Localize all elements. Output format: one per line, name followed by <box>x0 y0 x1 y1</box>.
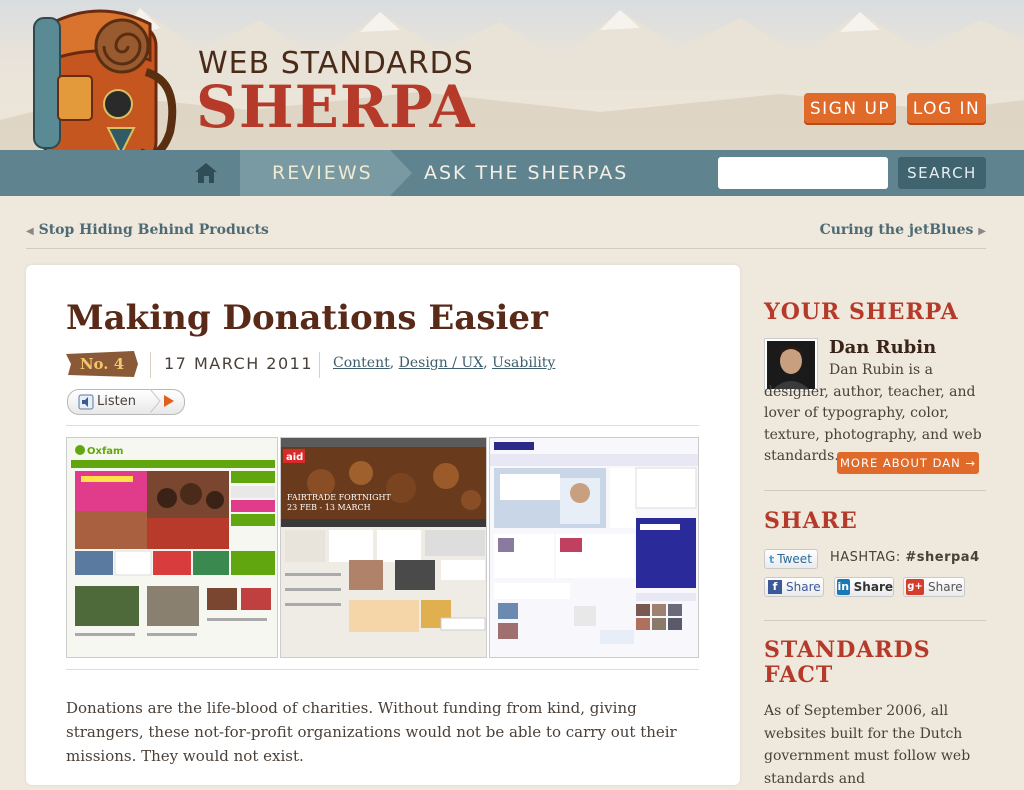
category-link-content[interactable]: Content <box>333 355 390 371</box>
svg-text:FAIRTRADE FORTNIGHT: FAIRTRADE FORTNIGHT <box>287 493 391 502</box>
home-icon[interactable] <box>194 162 218 184</box>
site-header: WEB STANDARDS SHERPA SIGN UP LOG IN <box>0 0 1024 150</box>
article-categories: Content, Design / UX, Usability <box>333 355 556 371</box>
tweet-button[interactable]: t Tweet <box>764 549 818 569</box>
category-link-usability[interactable]: Usability <box>492 355 555 371</box>
nav-ask-the-sherpas[interactable]: ASK THE SHERPAS <box>424 162 628 184</box>
prev-article-link[interactable]: ◀ Stop Hiding Behind Products <box>26 222 269 238</box>
svg-text:Oxfam: Oxfam <box>87 446 123 457</box>
sign-up-button[interactable]: SIGN UP <box>804 93 896 125</box>
svg-text:23 FEB - 13 MARCH: 23 FEB - 13 MARCH <box>287 503 371 512</box>
your-sherpa-heading: YOUR SHERPA <box>764 299 959 325</box>
screenshot-christian-aid: aid FAIRTRADE FORTNIGHT 23 FEB - 13 MARC… <box>280 437 487 658</box>
hashtag-label: HASHTAG: <box>830 550 901 565</box>
more-about-author-button[interactable]: MORE ABOUT DAN → <box>837 452 979 474</box>
backpack-logo-icon <box>33 9 177 150</box>
hashtag-line: HASHTAG: #sherpa4 <box>830 550 980 565</box>
facebook-share-label: Share <box>786 580 821 594</box>
linkedin-share-button[interactable]: in Share <box>834 577 894 597</box>
logo-title: SHERPA <box>196 73 476 141</box>
divider <box>764 620 986 621</box>
facebook-icon: f <box>768 580 782 594</box>
next-article-link[interactable]: Curing the jetBlues ▶ <box>820 222 986 238</box>
screenshot-cancer-research <box>489 437 699 658</box>
author-name[interactable]: Dan Rubin <box>829 337 936 358</box>
svg-text:aid: aid <box>286 452 303 463</box>
meta-divider <box>150 352 151 378</box>
hashtag-value: #sherpa4 <box>905 550 980 565</box>
christian-aid-site-thumbnail: aid FAIRTRADE FORTNIGHT 23 FEB - 13 MARC… <box>281 438 486 657</box>
standards-fact-heading: STANDARDS FACT <box>764 637 931 688</box>
next-article-label: Curing the jetBlues <box>819 222 974 238</box>
issue-number: No. 4 <box>80 355 124 373</box>
nav-reviews[interactable]: REVIEWS <box>240 150 390 196</box>
prev-article-label: Stop Hiding Behind Products <box>38 222 269 238</box>
main-nav: REVIEWS ASK THE SHERPAS SEARCH <box>0 150 1024 196</box>
google-plus-icon: g+ <box>906 579 924 595</box>
category-link-design-ux[interactable]: Design / UX <box>399 355 484 371</box>
divider <box>26 248 986 249</box>
meta-divider <box>319 352 320 378</box>
divider <box>66 669 699 670</box>
google-plus-share-label: Share <box>928 580 963 594</box>
speaker-icon <box>78 394 94 410</box>
log-in-button[interactable]: LOG IN <box>907 93 986 125</box>
standards-fact-text: As of September 2006, all websites built… <box>764 703 971 787</box>
oxfam-site-thumbnail: Oxfam <box>67 438 277 657</box>
triangle-right-icon: ▶ <box>978 226 986 237</box>
nav-active-arrow <box>390 150 412 196</box>
share-heading: SHARE <box>764 508 858 534</box>
search-input[interactable] <box>718 157 888 189</box>
article-date: 17 MARCH 2011 <box>164 354 314 373</box>
linkedin-share-label: Share <box>853 580 893 594</box>
play-icon[interactable] <box>150 389 184 413</box>
search-button[interactable]: SEARCH <box>898 157 986 189</box>
article-body: Donations are the life-blood of charitie… <box>66 699 677 765</box>
google-plus-share-button[interactable]: g+ Share <box>903 577 965 597</box>
cancer-research-site-thumbnail <box>490 438 698 657</box>
listen-button[interactable]: Listen <box>67 389 185 415</box>
screenshot-oxfam: Oxfam <box>66 437 278 658</box>
linkedin-icon: in <box>837 579 850 595</box>
article-title: Making Donations Easier <box>66 298 548 338</box>
divider <box>764 490 986 491</box>
triangle-left-icon: ◀ <box>26 226 34 237</box>
twitter-icon: t <box>769 552 775 566</box>
tweet-label: Tweet <box>777 552 812 566</box>
divider <box>66 425 699 426</box>
issue-number-badge: No. 4 <box>66 351 138 377</box>
listen-label: Listen <box>97 394 136 409</box>
facebook-share-button[interactable]: f Share <box>764 577 824 597</box>
